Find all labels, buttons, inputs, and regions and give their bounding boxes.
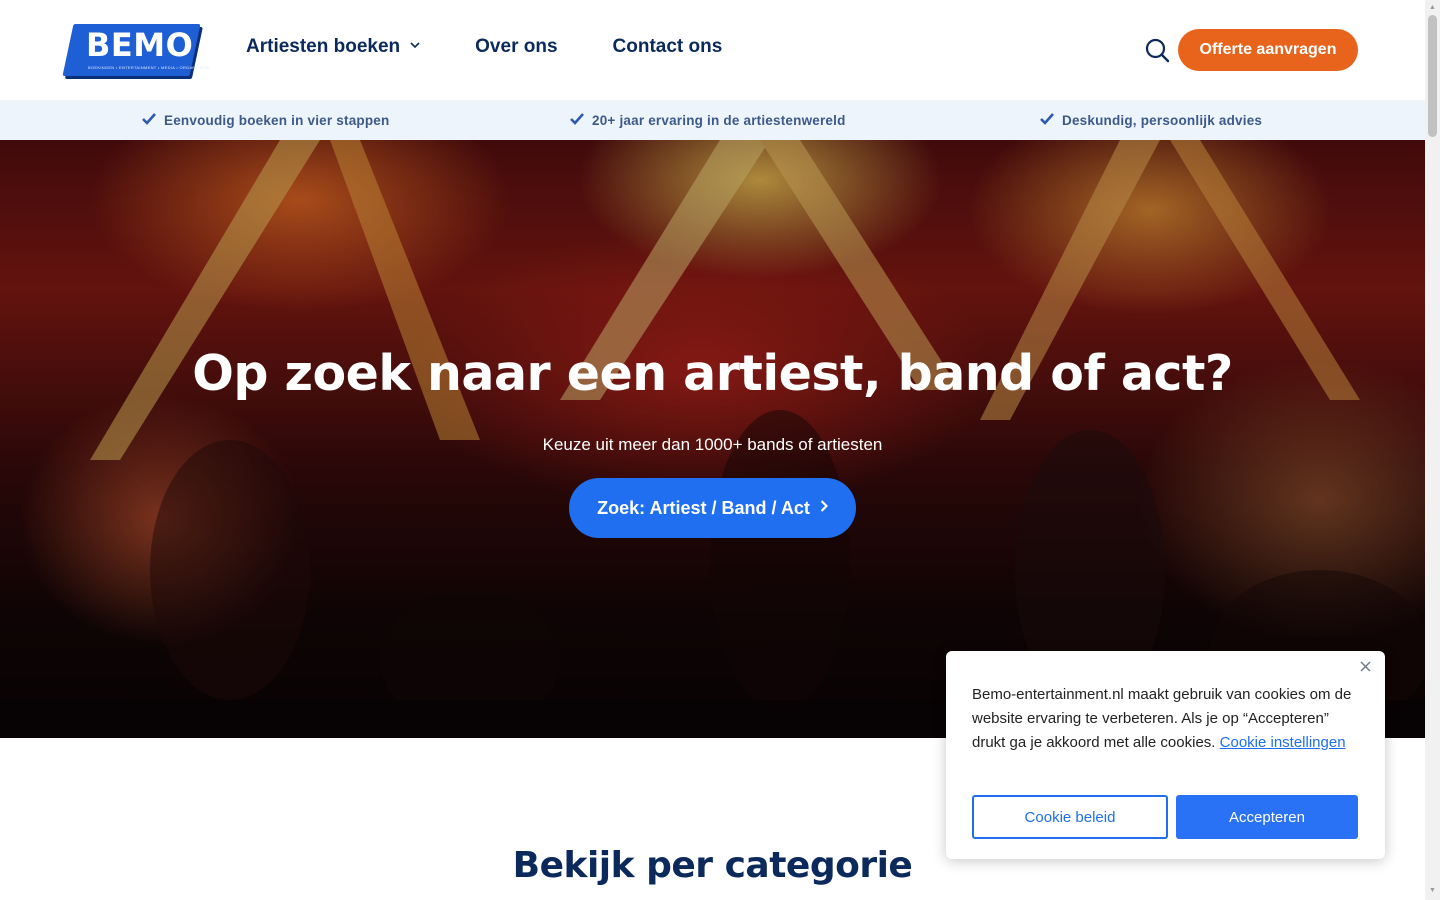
close-icon[interactable] — [1360, 659, 1371, 676]
check-icon — [570, 112, 584, 128]
accept-cookies-button[interactable]: Accepteren — [1176, 795, 1358, 839]
check-icon — [1040, 112, 1054, 128]
scroll-up-arrow-icon[interactable]: ▲ — [1428, 3, 1437, 12]
hero-banner: Op zoek naar een artiest, band of act? K… — [0, 140, 1425, 738]
nav-item-over-ons[interactable]: Over ons — [475, 36, 557, 58]
main-nav: Artiesten boeken Over ons Contact ons — [246, 36, 777, 58]
nav-item-label: Artiesten boeken — [246, 36, 401, 57]
cookie-settings-link[interactable]: Cookie instellingen — [1220, 734, 1346, 751]
nav-item-label: Over ons — [475, 36, 558, 57]
hero-title: Op zoek naar een artiest, band of act? — [192, 345, 1233, 402]
usp-item: Deskundig, persoonlijk advies — [1040, 112, 1262, 128]
logo-tagline: BOEKINGEN • ENTERTAINMENT • MEDIA • ORGA… — [88, 65, 210, 70]
chevron-down-icon — [410, 40, 420, 52]
cookie-consent-banner: Bemo-entertainment.nl maakt gebruik van … — [946, 651, 1385, 859]
search-artist-button-label: Zoek: Artiest / Band / Act — [597, 497, 810, 518]
nav-item-label: Contact ons — [612, 36, 723, 57]
cookie-policy-button[interactable]: Cookie beleid — [972, 795, 1168, 839]
nav-item-contact-ons[interactable]: Contact ons — [613, 36, 723, 58]
search-artist-button[interactable]: Zoek: Artiest / Band / Act — [569, 478, 856, 538]
usp-text: Deskundig, persoonlijk advies — [1062, 112, 1263, 128]
site-header: BEMO BOEKINGEN • ENTERTAINMENT • MEDIA •… — [0, 0, 1425, 100]
usp-item: Eenvoudig boeken in vier stappen — [142, 112, 389, 128]
chevron-right-icon — [820, 499, 828, 517]
scroll-down-arrow-icon[interactable]: ▼ — [1428, 886, 1437, 895]
nav-item-artiesten-boeken[interactable]: Artiesten boeken — [246, 36, 420, 58]
hero-subtitle: Keuze uit meer dan 1000+ bands of arties… — [542, 435, 883, 454]
usp-bar: Eenvoudig boeken in vier stappen 20+ jaa… — [0, 100, 1425, 140]
usp-text: 20+ jaar ervaring in de artiestenwereld — [592, 112, 846, 128]
bemo-logo[interactable]: BEMO BOEKINGEN • ENTERTAINMENT • MEDIA •… — [62, 24, 210, 76]
check-icon — [142, 112, 156, 128]
scrollbar-thumb[interactable] — [1428, 15, 1437, 137]
search-icon[interactable] — [1145, 38, 1170, 63]
offerte-aanvragen-button[interactable]: Offerte aanvragen — [1178, 29, 1358, 71]
usp-text: Eenvoudig boeken in vier stappen — [164, 112, 390, 128]
usp-item: 20+ jaar ervaring in de artiestenwereld — [570, 112, 846, 128]
cookie-message: Bemo-entertainment.nl maakt gebruik van … — [972, 683, 1364, 755]
logo-text: BEMO — [86, 26, 194, 64]
